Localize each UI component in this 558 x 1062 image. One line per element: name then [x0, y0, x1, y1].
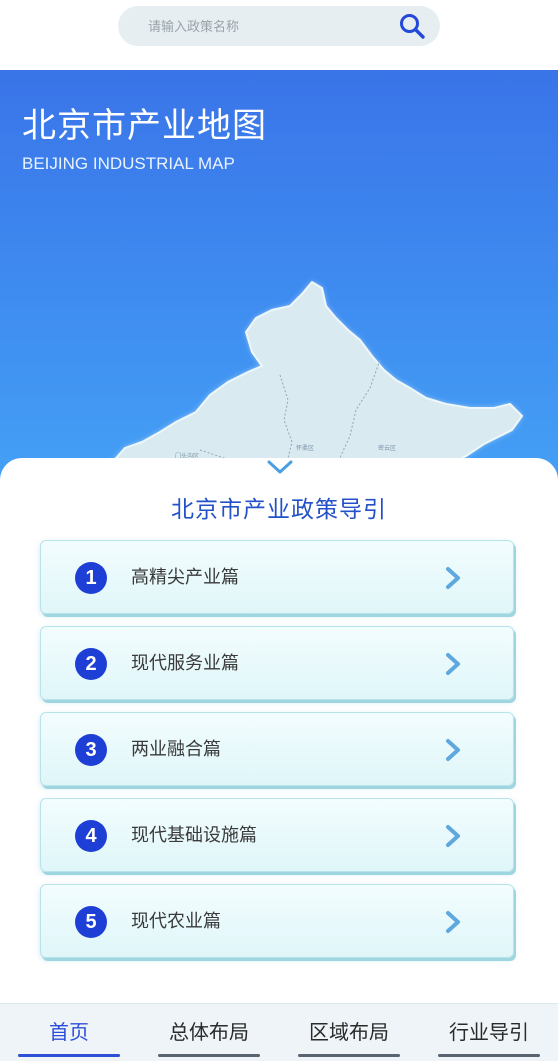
item-number-badge: 5	[75, 906, 107, 938]
tab-label: 行业导引	[449, 1020, 529, 1044]
search-input[interactable]	[146, 6, 380, 48]
tab-underline	[298, 1054, 400, 1057]
policy-item-label: 现代农业篇	[131, 911, 221, 932]
policy-item-label: 现代基础设施篇	[131, 825, 257, 846]
chevron-right-icon	[446, 567, 460, 589]
tab-regional-layout[interactable]: 区域布局	[298, 1004, 400, 1062]
policy-item-infrastructure[interactable]: 4 现代基础设施篇	[40, 798, 514, 872]
chevron-right-icon	[446, 653, 460, 675]
tab-label: 首页	[49, 1020, 89, 1044]
tab-home[interactable]: 首页	[18, 1004, 120, 1062]
policy-item-label: 高精尖产业篇	[131, 567, 239, 588]
tab-industry-guide[interactable]: 行业导引	[438, 1004, 540, 1062]
chevron-right-icon	[446, 911, 460, 933]
chevron-right-icon	[446, 739, 460, 761]
policy-item-integration[interactable]: 3 两业融合篇	[40, 712, 514, 786]
item-number-badge: 1	[75, 562, 107, 594]
policy-guide-panel: 北京市产业政策导引 1 高精尖产业篇 2 现代服务业篇 3 两业融合篇 4 现代…	[0, 458, 558, 1003]
panel-title: 北京市产业政策导引	[171, 497, 387, 523]
tab-overall-layout[interactable]: 总体布局	[158, 1004, 260, 1062]
page-title: 北京市产业地图	[22, 106, 267, 146]
bottom-nav: 首页 总体布局 区域布局 行业导引	[0, 1003, 558, 1061]
tab-underline	[438, 1054, 540, 1057]
policy-item-label: 现代服务业篇	[131, 653, 239, 674]
map-label-miyun: 密云区	[378, 444, 396, 452]
item-number-badge: 4	[75, 820, 107, 852]
page-subtitle: BEIJING INDUSTRIAL MAP	[22, 154, 235, 173]
policy-item-high-tech[interactable]: 1 高精尖产业篇	[40, 540, 514, 614]
chevron-right-icon	[446, 825, 460, 847]
policy-item-modern-service[interactable]: 2 现代服务业篇	[40, 626, 514, 700]
search-box[interactable]	[118, 6, 440, 48]
map-label-huairou: 怀柔区	[296, 444, 314, 452]
tab-label: 总体布局	[169, 1020, 249, 1044]
chevron-down-icon[interactable]	[266, 458, 294, 476]
search-header	[0, 0, 558, 70]
policy-item-agriculture[interactable]: 5 现代农业篇	[40, 884, 514, 958]
search-icon[interactable]	[398, 12, 426, 40]
policy-item-label: 两业融合篇	[131, 739, 221, 760]
item-number-badge: 2	[75, 648, 107, 680]
tab-label: 区域布局	[309, 1020, 389, 1044]
item-number-badge: 3	[75, 734, 107, 766]
tab-underline	[18, 1054, 120, 1057]
tab-underline	[158, 1054, 260, 1057]
